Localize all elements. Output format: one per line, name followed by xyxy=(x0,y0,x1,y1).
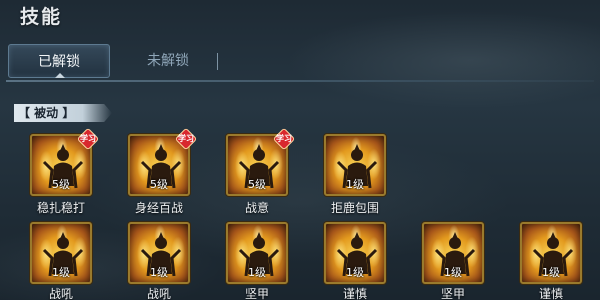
learn-badge-text: 学习 xyxy=(276,134,292,143)
skill-name: 拒鹿包围 xyxy=(330,201,379,215)
tab-locked-label: 未解锁 xyxy=(147,53,189,69)
learn-badge-text: 学习 xyxy=(80,134,96,143)
skill-slot[interactable]: 1级 xyxy=(422,222,484,284)
skill-level: 1级 xyxy=(346,178,364,191)
skill-level: 5级 xyxy=(52,178,70,191)
header-divider xyxy=(6,80,594,82)
skill-level: 1级 xyxy=(542,266,560,279)
skill-slot[interactable]: 1级 xyxy=(30,222,92,284)
skill-name: 身经百战 xyxy=(134,201,183,215)
section-label-passive: 【 被动 】 xyxy=(18,106,75,120)
skill-slot[interactable]: 1级 xyxy=(324,222,386,284)
tab-separator xyxy=(217,53,218,70)
skill-level: 1级 xyxy=(52,266,70,279)
skill-level: 1级 xyxy=(444,266,462,279)
skill-level: 1级 xyxy=(150,266,168,279)
skill-name: 战意 xyxy=(244,201,269,215)
skill-name: 稳扎稳打 xyxy=(36,201,85,215)
skill-level: 1级 xyxy=(248,266,266,279)
skill-slot[interactable]: 1级 xyxy=(226,222,288,284)
skill-name: 战吼 xyxy=(146,287,171,300)
skill-slot[interactable]: 1级 xyxy=(324,134,386,196)
tab-unlocked-label: 已解锁 xyxy=(38,54,80,70)
skill-name: 坚甲 xyxy=(440,287,465,300)
page-title: 技能 xyxy=(20,6,63,28)
skill-level: 5级 xyxy=(248,178,266,191)
skill-name: 谨慎 xyxy=(342,287,367,300)
active-tab-caret-icon xyxy=(55,73,65,78)
skill-name: 战吼 xyxy=(48,287,73,300)
skill-level: 5级 xyxy=(150,178,168,191)
skill-slot[interactable]: 1级 xyxy=(128,222,190,284)
skill-name: 坚甲 xyxy=(244,287,269,300)
tab-locked[interactable]: 未解锁 xyxy=(120,44,216,78)
skill-name: 谨慎 xyxy=(538,287,563,300)
tab-unlocked[interactable]: 已解锁 xyxy=(8,44,110,78)
skill-level: 1级 xyxy=(346,266,364,279)
tab-bar: 已解锁 未解锁 xyxy=(8,44,228,78)
learn-badge-text: 学习 xyxy=(178,134,194,143)
skill-slot[interactable]: 1级 xyxy=(520,222,582,284)
